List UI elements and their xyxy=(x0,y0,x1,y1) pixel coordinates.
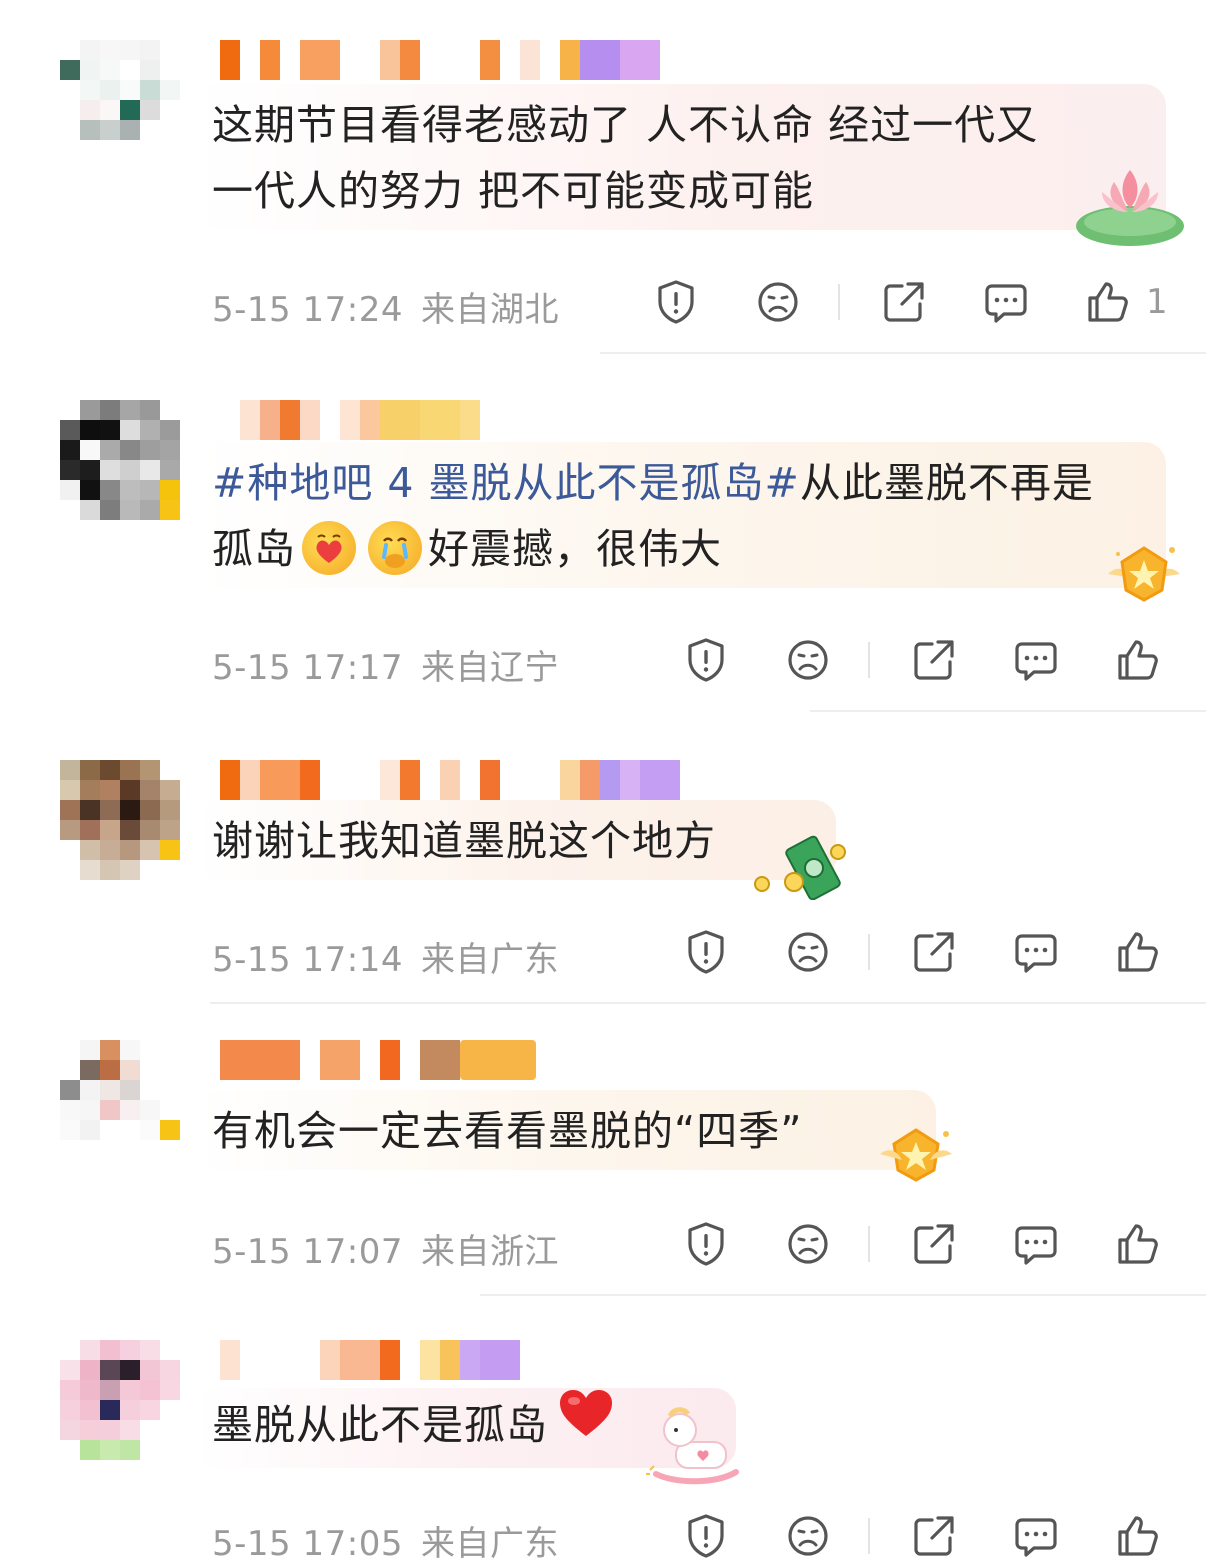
avatar[interactable] xyxy=(60,1340,180,1460)
comment-text: 谢谢让我知道墨脱这个地方 xyxy=(212,817,716,865)
divider xyxy=(868,934,870,970)
comment-meta: 5-15 17:14 来自广东 xyxy=(212,932,559,981)
dislike-face-icon[interactable] xyxy=(754,278,802,326)
report-icon[interactable] xyxy=(652,278,700,326)
divider xyxy=(838,284,840,320)
hashtag-link[interactable]: #种地吧 4 墨脱从此不是孤岛# xyxy=(212,459,800,507)
dislike-face-icon[interactable] xyxy=(784,928,832,976)
divider xyxy=(868,1518,870,1554)
location: 来自广东 xyxy=(420,1524,559,1564)
pony-sticker-icon xyxy=(646,1407,739,1485)
location: 来自湖北 xyxy=(420,290,559,330)
lotus-sticker-icon xyxy=(1076,170,1184,246)
comment-meta: 5-15 17:07 来自浙江 xyxy=(212,1224,559,1273)
reply-icon[interactable] xyxy=(982,278,1030,326)
comment-divider xyxy=(480,1294,1206,1296)
action-bar xyxy=(680,928,1200,976)
username-blurred[interactable] xyxy=(220,40,660,80)
report-icon[interactable] xyxy=(682,1220,730,1268)
thumbs-up-icon[interactable] xyxy=(1114,1220,1162,1268)
gold-badge-sticker-icon xyxy=(880,1128,952,1182)
location: 来自浙江 xyxy=(420,1232,559,1272)
timestamp: 5-15 17:07 xyxy=(212,1232,403,1272)
tearful-emoji-icon xyxy=(368,521,422,575)
comment-text: #种地吧 4 墨脱从此不是孤岛#从此墨脱不再是 孤岛 好震撼，很伟大 xyxy=(212,459,1094,575)
timestamp: 5-15 17:05 xyxy=(212,1524,403,1564)
report-icon[interactable] xyxy=(682,1512,730,1560)
heart-emoji-icon xyxy=(558,1388,614,1457)
username-blurred[interactable] xyxy=(220,1340,520,1380)
comment-meta: 5-15 17:24 来自湖北 xyxy=(212,282,559,331)
comment-text: 墨脱从此不是孤岛 xyxy=(212,1389,614,1463)
share-icon[interactable] xyxy=(880,278,928,326)
avatar[interactable] xyxy=(60,1040,180,1160)
report-icon[interactable] xyxy=(682,928,730,976)
thumbs-up-icon[interactable] xyxy=(1084,278,1132,326)
money-sticker-icon xyxy=(754,835,846,900)
reply-icon[interactable] xyxy=(1012,1512,1060,1560)
action-bar: 1 xyxy=(650,278,1170,326)
reply-icon[interactable] xyxy=(1012,1220,1060,1268)
action-bar xyxy=(680,1512,1200,1560)
dislike-face-icon[interactable] xyxy=(784,1220,832,1268)
dislike-face-icon[interactable] xyxy=(784,636,832,684)
reply-icon[interactable] xyxy=(1012,636,1060,684)
thumbs-up-icon[interactable] xyxy=(1114,636,1162,684)
username-blurred[interactable] xyxy=(220,760,680,800)
comment-text: 这期节目看得老感动了 人不认命 经过一代又 一代人的努力 把不可能变成可能 xyxy=(212,101,1039,215)
share-icon[interactable] xyxy=(910,636,958,684)
timestamp: 5-15 17:17 xyxy=(212,648,403,688)
share-icon[interactable] xyxy=(910,1220,958,1268)
avatar[interactable] xyxy=(60,760,180,880)
location: 来自辽宁 xyxy=(420,648,559,688)
action-bar xyxy=(680,636,1200,684)
timestamp: 5-15 17:14 xyxy=(212,940,403,980)
username-blurred[interactable] xyxy=(220,1040,536,1080)
hugging-emoji-icon xyxy=(302,521,356,575)
avatar[interactable] xyxy=(60,400,180,520)
thumbs-up-icon[interactable] xyxy=(1114,928,1162,976)
location: 来自广东 xyxy=(420,940,559,980)
avatar[interactable] xyxy=(60,40,180,160)
timestamp: 5-15 17:24 xyxy=(212,290,403,330)
username-blurred[interactable] xyxy=(220,400,480,440)
reply-icon[interactable] xyxy=(1012,928,1060,976)
comment-divider xyxy=(210,1002,1206,1004)
comment-text: 有机会一定去看看墨脱的“四季” xyxy=(212,1107,803,1155)
dislike-face-icon[interactable] xyxy=(784,1512,832,1560)
comment-divider xyxy=(810,710,1206,712)
share-icon[interactable] xyxy=(910,1512,958,1560)
comment-meta: 5-15 17:17 来自辽宁 xyxy=(212,640,559,689)
gold-badge-sticker-icon xyxy=(1108,546,1180,602)
divider xyxy=(868,1226,870,1262)
report-icon[interactable] xyxy=(682,636,730,684)
comment-divider xyxy=(600,352,1206,354)
divider xyxy=(868,642,870,678)
action-bar xyxy=(680,1220,1200,1268)
share-icon[interactable] xyxy=(910,928,958,976)
like-count: 1 xyxy=(1146,282,1168,322)
thumbs-up-icon[interactable] xyxy=(1114,1512,1162,1560)
